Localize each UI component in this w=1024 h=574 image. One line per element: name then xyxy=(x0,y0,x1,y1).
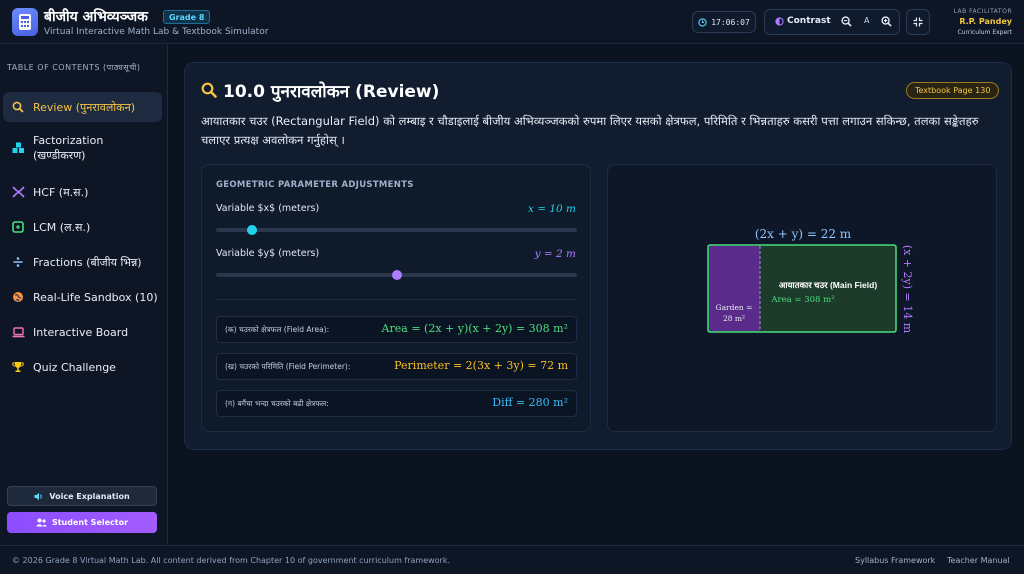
result-perimeter-label: (ख) चउरको परिमिति (Field Perimeter): xyxy=(225,362,351,371)
app-subtitle: Virtual Interactive Math Lab & Textbook … xyxy=(44,27,269,37)
garden-label: Garden = xyxy=(716,303,753,312)
field-diagram-panel: (2x + y) = 22 m आयातकार चउर (Main Field)… xyxy=(607,164,997,432)
result-perimeter-row: (ख) चउरको परिमिति (Field Perimeter): Per… xyxy=(216,353,577,380)
speaker-icon xyxy=(34,492,43,500)
syllabus-framework-link[interactable]: Syllabus Framework xyxy=(855,556,935,565)
sidebar-item-quiz[interactable]: Quiz Challenge xyxy=(3,353,162,381)
sidebar-item-label: LCM (ल.स.) xyxy=(33,220,91,234)
student-button-label: Student Selector xyxy=(51,518,129,527)
trophy-icon xyxy=(11,361,25,373)
calculator-icon xyxy=(12,8,38,36)
sidebar-item-label: HCF (म.स.) xyxy=(33,185,89,199)
sidebar-item-factorization[interactable]: Factorization (खण्डीकरण) xyxy=(3,129,162,167)
textbook-page-badge: Textbook Page 130 xyxy=(906,82,1000,99)
variable-y-value: y = 2 m xyxy=(534,248,576,260)
divide-icon xyxy=(11,256,25,268)
voice-explanation-button[interactable]: Voice Explanation xyxy=(7,486,157,506)
grade-badge: Grade 8 xyxy=(163,10,211,24)
garden-area: 28 m² xyxy=(723,314,745,323)
sidebar-item-label: Quiz Challenge xyxy=(33,360,116,374)
page-title: 10.0 पुनरावलोकन (Review) xyxy=(223,82,440,102)
facilitator-role: LAB FACILITATOR xyxy=(953,8,1012,15)
sidebar-item-label: Interactive Board xyxy=(33,325,129,339)
contrast-button[interactable]: Contrast xyxy=(775,16,831,26)
parameter-panel: GEOMETRIC PARAMETER ADJUSTMENTS Variable… xyxy=(201,164,591,432)
student-selector-button[interactable]: Student Selector xyxy=(7,512,157,533)
result-area-label: (क) चउरको क्षेत्रफल (Field Area): xyxy=(225,325,330,334)
variable-x-label: Variable $x$ (meters) xyxy=(216,203,320,214)
variable-x-slider[interactable] xyxy=(216,225,577,235)
slider-thumb[interactable] xyxy=(391,270,402,280)
toc-heading: TABLE OF CONTENTS (पाठ्यसूची) xyxy=(7,63,141,72)
facilitator-name: R.P. Pandey xyxy=(959,17,1012,26)
recycle-icon xyxy=(11,221,25,233)
footer-copyright: © 2026 Grade 8 Virtual Math Lab. All con… xyxy=(12,556,451,565)
variable-y-label: Variable $y$ (meters) xyxy=(216,248,320,259)
review-card: 10.0 पुनरावलोकन (Review) Textbook Page 1… xyxy=(184,62,1012,450)
result-area-value: Area = (2x + y)(x + 2y) = 308 m² xyxy=(381,322,568,335)
slider-thumb[interactable] xyxy=(247,225,258,235)
sidebar-item-lcm[interactable]: LCM (ल.स.) xyxy=(3,213,162,241)
app-title: बीजीय अभिव्यञ्जक xyxy=(44,9,148,25)
search-icon xyxy=(11,101,25,113)
zoom-in-icon[interactable] xyxy=(881,16,892,27)
clock-time: 17:06:07 xyxy=(711,17,750,27)
teacher-manual-link[interactable]: Teacher Manual xyxy=(947,556,1010,565)
facilitator-title: Curriculum Expert xyxy=(957,29,1012,36)
link-icon xyxy=(11,186,25,198)
footer: © 2026 Grade 8 Virtual Math Lab. All con… xyxy=(0,545,1024,574)
sidebar: TABLE OF CONTENTS (पाठ्यसूची) Review (पु… xyxy=(0,45,168,545)
variable-x-value: x = 10 m xyxy=(527,203,576,215)
voice-button-label: Voice Explanation xyxy=(49,491,130,501)
result-perimeter-value: Perimeter = 2(3x + 3y) = 72 m xyxy=(394,359,568,372)
sidebar-item-review[interactable]: Review (पुनरावलोकन) xyxy=(3,92,162,122)
result-diff-label: (ग) बगैंचा भन्दा चउरको बढी क्षेत्रफल: xyxy=(225,399,329,408)
clock-icon xyxy=(698,17,707,27)
sidebar-item-label: Review (पुनरावलोकन) xyxy=(33,100,136,114)
main-field-title: आयातकार चउर (Main Field) xyxy=(779,280,878,290)
fullscreen-button[interactable] xyxy=(906,9,930,35)
sidebar-item-hcf[interactable]: HCF (म.स.) xyxy=(3,178,162,206)
contrast-icon xyxy=(775,16,784,26)
sidebar-item-board[interactable]: Interactive Board xyxy=(3,318,162,346)
users-icon xyxy=(35,518,47,527)
result-area-row: (क) चउरको क्षेत्रफल (Field Area): Area =… xyxy=(216,316,577,343)
review-description: आयातकार चउर (Rectangular Field) को लम्बा… xyxy=(201,114,979,147)
cubes-icon xyxy=(11,142,25,154)
sidebar-item-label: Factorization (खण्डीकरण) xyxy=(33,134,104,162)
laptop-icon xyxy=(11,326,25,338)
panel-heading: GEOMETRIC PARAMETER ADJUSTMENTS xyxy=(216,180,414,190)
contrast-label: Contrast xyxy=(787,16,831,26)
zoom-out-icon[interactable] xyxy=(841,16,852,27)
accessibility-controls: Contrast A xyxy=(764,9,900,35)
result-diff-row: (ग) बगैंचा भन्दा चउरको बढी क्षेत्रफल: Di… xyxy=(216,390,577,417)
result-diff-value: Diff = 280 m² xyxy=(492,396,568,409)
diagram-top-label: (2x + y) = 22 m xyxy=(755,227,852,241)
diagram-side-label: (x + 2y) = 14 m xyxy=(901,245,914,334)
field-diagram: (2x + y) = 22 m आयातकार चउर (Main Field)… xyxy=(707,227,914,334)
zoom-reset-button[interactable]: A xyxy=(864,16,869,25)
globe-icon xyxy=(11,291,25,303)
sidebar-item-sandbox[interactable]: Real-Life Sandbox (10) xyxy=(3,283,162,311)
clock-display: 17:06:07 xyxy=(692,11,756,33)
main-field-area: Area = 308 m² xyxy=(770,295,834,305)
sidebar-item-label: Fractions (बीजीय भिन्न) xyxy=(33,255,142,269)
sidebar-item-fractions[interactable]: Fractions (बीजीय भिन्न) xyxy=(3,248,162,276)
sidebar-item-label: Real-Life Sandbox (10) xyxy=(33,290,158,304)
compress-icon xyxy=(913,17,923,27)
search-icon xyxy=(201,82,217,98)
app-header: बीजीय अभिव्यञ्जक Grade 8 Virtual Interac… xyxy=(0,0,1024,44)
divider xyxy=(216,299,577,300)
variable-y-slider[interactable] xyxy=(216,270,577,280)
